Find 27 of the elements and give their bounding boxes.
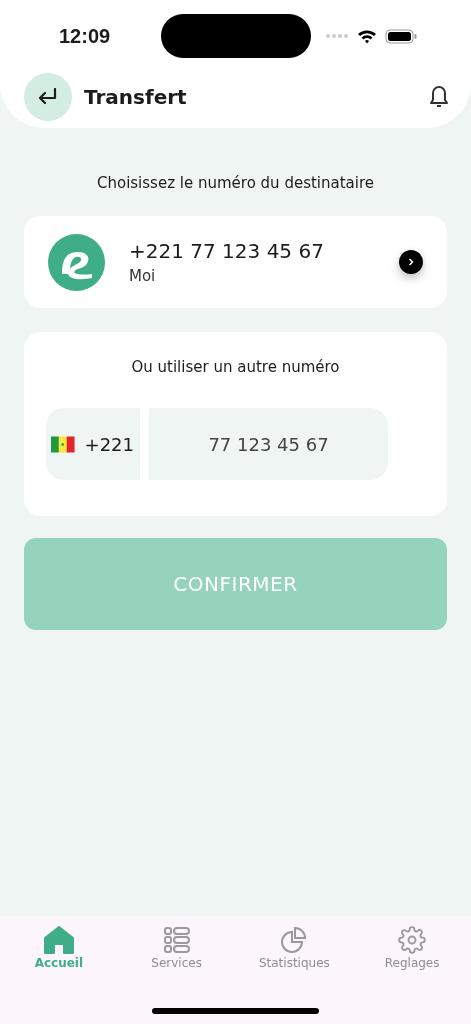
- pie-chart-icon: [281, 926, 308, 954]
- settings-icon: [398, 926, 427, 954]
- instruction-text: Choisissez le numéro du destinataire: [96, 174, 375, 192]
- signal-icon: [325, 33, 349, 39]
- senegal-flag-icon: [51, 434, 75, 454]
- screen-title: Transfert: [84, 85, 188, 109]
- battery-icon: [385, 28, 417, 44]
- status-time: 12:09: [59, 24, 111, 48]
- bell-icon: [429, 85, 449, 109]
- app-logo-icon: [48, 233, 105, 291]
- back-button[interactable]: [24, 73, 72, 121]
- phone-number: +221 77 123 45 67: [129, 239, 325, 263]
- home-icon: [43, 926, 74, 954]
- number-owner-label: Moi: [129, 267, 157, 285]
- return-arrow-icon: [38, 88, 58, 106]
- phone-input-field[interactable]: 77 123 45 67: [149, 408, 388, 480]
- tab-item[interactable]: Accueil: [0, 916, 118, 1024]
- tab-item[interactable]: Reglages: [353, 916, 471, 1024]
- section-title: Ou utiliser un autre numéro: [131, 358, 340, 376]
- notifications-button[interactable]: [429, 85, 449, 109]
- tab-item[interactable]: Services: [117, 916, 236, 1024]
- chevron-icon: [399, 250, 423, 274]
- own-number-card[interactable]: +221 77 123 45 67 Moi: [24, 216, 447, 308]
- tab-item[interactable]: Statistiques: [235, 916, 354, 1024]
- country-code-selector[interactable]: +221: [46, 408, 140, 480]
- list-icon: [163, 926, 190, 954]
- wifi-icon: [357, 28, 377, 44]
